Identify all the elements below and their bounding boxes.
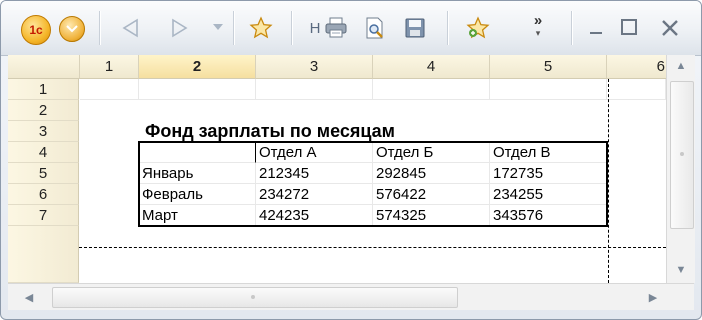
- more-label: »: [533, 12, 543, 29]
- grid-cell[interactable]: [139, 79, 256, 100]
- main-menu-button[interactable]: [59, 16, 85, 42]
- row-header[interactable]: 5: [8, 163, 79, 184]
- close-button[interactable]: [657, 15, 683, 41]
- scroll-down-button[interactable]: ▼: [667, 259, 695, 281]
- row-header[interactable]: 6: [8, 184, 79, 205]
- vertical-scrollbar[interactable]: ▲ ▼: [666, 55, 695, 283]
- star-add-icon: [466, 16, 490, 39]
- column-header[interactable]: 6: [607, 55, 666, 79]
- page-break-vertical: [608, 79, 609, 283]
- toolbar-separator: [447, 11, 449, 45]
- scroll-right-button[interactable]: ▶: [640, 284, 666, 310]
- favorites-button[interactable]: [248, 15, 274, 41]
- history-dropdown-button[interactable]: [211, 19, 225, 35]
- grid-cell[interactable]: [80, 79, 139, 100]
- report-title[interactable]: Фонд зарплаты по месяцам: [145, 119, 395, 143]
- spreadsheet-grid[interactable]: 1 2 3 4 5 6 1 2 3 4 5 6 7 Фонд зарплаты …: [8, 55, 666, 283]
- back-button[interactable]: [119, 17, 141, 39]
- toolbar-separator: [233, 11, 235, 45]
- toolbar-separator: [99, 11, 101, 45]
- page-break-horizontal: [79, 247, 666, 248]
- close-icon: [662, 20, 678, 36]
- arrow-left-icon: [122, 18, 138, 38]
- save-button[interactable]: [403, 16, 427, 40]
- toolbar: 1с H » ▾: [1, 1, 701, 56]
- report-window: 1с H » ▾ 1 2 3 4 5 6 1 2 3 4 5 6 7 Фонд …: [0, 0, 702, 320]
- scroll-grip-icon: [251, 295, 255, 299]
- row-header[interactable]: 3: [8, 121, 79, 142]
- column-header[interactable]: 3: [256, 55, 373, 79]
- grid-cell[interactable]: [490, 79, 607, 100]
- print-preview-icon: [366, 17, 383, 39]
- dropdown-triangle-icon: [213, 24, 223, 30]
- vertical-scroll-thumb[interactable]: [670, 81, 694, 229]
- row-header[interactable]: 7: [8, 205, 79, 226]
- more-commands-button[interactable]: » ▾: [527, 11, 549, 43]
- floppy-disk-icon: [405, 18, 425, 38]
- star-icon: [249, 16, 273, 39]
- hint-button[interactable]: H: [308, 17, 322, 39]
- minimize-icon: [590, 32, 602, 34]
- maximize-button[interactable]: [619, 17, 639, 37]
- scroll-grip-icon: [680, 152, 684, 156]
- toolbar-separator: [291, 11, 293, 45]
- horizontal-scroll-thumb[interactable]: [52, 287, 458, 308]
- column-header[interactable]: 4: [373, 55, 490, 79]
- row-header[interactable]: 1: [8, 79, 79, 100]
- scroll-up-button[interactable]: ▲: [667, 55, 695, 77]
- chevron-down-icon: ▾: [535, 28, 541, 38]
- row-header[interactable]: 4: [8, 142, 79, 163]
- chevron-down-icon: [66, 25, 78, 33]
- column-header[interactable]: 1: [80, 55, 139, 79]
- toolbar-separator: [571, 11, 573, 45]
- table-border: [138, 141, 608, 227]
- grid-cell[interactable]: [373, 79, 490, 100]
- scroll-left-button[interactable]: ◀: [16, 284, 42, 310]
- row-header[interactable]: 2: [8, 100, 79, 121]
- minimize-button[interactable]: [587, 19, 605, 37]
- app-logo-icon[interactable]: 1с: [21, 15, 51, 45]
- forward-button[interactable]: [169, 17, 191, 39]
- maximize-icon: [621, 19, 637, 35]
- column-header[interactable]: 5: [490, 55, 607, 79]
- corner-header[interactable]: [8, 55, 80, 79]
- row-header-empty: [8, 226, 79, 283]
- print-button[interactable]: [324, 16, 348, 40]
- printer-icon: [325, 17, 347, 38]
- logo-text: 1с: [29, 23, 43, 37]
- grid-cell[interactable]: [607, 79, 666, 100]
- add-to-favorites-button[interactable]: [465, 15, 491, 41]
- grid-cell[interactable]: [256, 79, 373, 100]
- print-preview-button[interactable]: [362, 15, 388, 41]
- arrow-right-icon: [172, 18, 188, 38]
- horizontal-scrollbar[interactable]: ◀ ▶: [8, 283, 694, 310]
- column-header-active[interactable]: 2: [139, 55, 256, 79]
